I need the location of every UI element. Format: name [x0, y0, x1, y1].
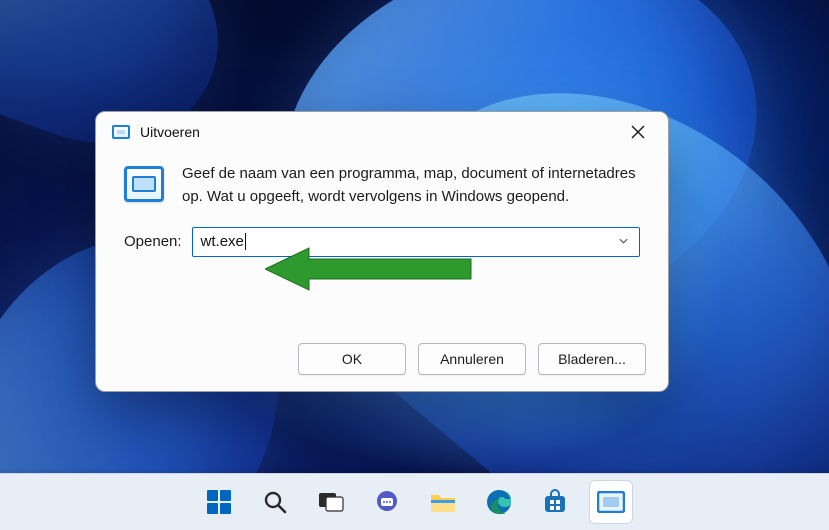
taskbar-edge-button[interactable]	[477, 480, 521, 524]
taskbar	[0, 473, 829, 530]
file-explorer-icon	[429, 490, 457, 514]
dialog-button-row: OK Annuleren Bladeren...	[96, 327, 668, 391]
open-combobox[interactable]: wt.exe	[192, 227, 640, 257]
text-cursor	[245, 233, 246, 250]
taskbar-run-button[interactable]	[589, 480, 633, 524]
ok-button[interactable]: OK	[298, 343, 406, 375]
chat-icon	[374, 489, 400, 515]
taskbar-store-button[interactable]	[533, 480, 577, 524]
chevron-down-icon[interactable]	[618, 233, 629, 250]
taskbar-search-button[interactable]	[253, 480, 297, 524]
run-icon	[112, 125, 130, 139]
search-icon	[263, 490, 287, 514]
taskbar-explorer-button[interactable]	[421, 480, 465, 524]
taskbar-taskview-button[interactable]	[309, 480, 353, 524]
titlebar[interactable]: Uitvoeren	[96, 112, 668, 152]
windows-logo-icon	[207, 490, 231, 514]
dialog-description: Geef de naam van een programma, map, doc…	[182, 162, 640, 209]
dialog-title: Uitvoeren	[140, 124, 200, 140]
taskbar-start-button[interactable]	[197, 480, 241, 524]
run-taskbar-icon	[597, 491, 625, 513]
open-value: wt.exe	[201, 233, 244, 250]
run-large-icon	[124, 166, 164, 202]
browse-button[interactable]: Bladeren...	[538, 343, 646, 375]
taskbar-chat-button[interactable]	[365, 480, 409, 524]
task-view-icon	[318, 491, 344, 513]
cancel-button[interactable]: Annuleren	[418, 343, 526, 375]
run-dialog: Uitvoeren Geef de naam van een programma…	[95, 111, 669, 392]
store-icon	[542, 489, 568, 515]
edge-icon	[486, 489, 512, 515]
close-button[interactable]	[620, 117, 656, 147]
close-icon	[631, 125, 645, 139]
open-label: Openen:	[124, 233, 182, 250]
